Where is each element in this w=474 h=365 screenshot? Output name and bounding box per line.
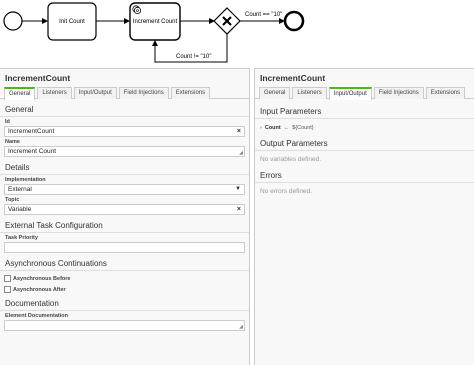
input-param-name: Count — [264, 125, 281, 131]
clear-icon[interactable]: × — [237, 127, 241, 136]
chevron-down-icon: ▼ — [235, 186, 241, 192]
group-general-title: General — [0, 105, 249, 117]
start-event[interactable] — [3, 11, 23, 31]
resize-grip-icon[interactable]: ◢ — [239, 325, 243, 330]
errors-empty-text: No errors defined. — [260, 188, 313, 195]
tab-field-injections[interactable]: Field Injections — [373, 87, 424, 99]
group-docs-title: Documentation — [0, 299, 249, 311]
arrow-left-icon: ← — [283, 125, 290, 131]
topic-field[interactable]: Variable × — [4, 204, 245, 215]
topic-label: Topic — [5, 197, 20, 203]
id-field[interactable]: IncrementCount × — [4, 126, 245, 137]
chevron-right-icon[interactable]: › — [260, 125, 262, 131]
task-priority-field[interactable] — [4, 242, 245, 253]
async-after-checkbox[interactable] — [4, 286, 11, 293]
task-increment-count-label: Increment Count — [133, 19, 178, 25]
errors-title: Errors — [255, 171, 474, 183]
tab-input-output[interactable]: Input/Output — [328, 87, 372, 100]
flow-yes-label: Count == "10" — [245, 12, 282, 18]
element-doc-label: Element Documentation — [5, 313, 68, 319]
group-details-title: Details — [0, 163, 249, 175]
bpmn-diagram[interactable]: Init Count Increment Count Count == "10"… — [0, 0, 474, 66]
async-before-checkbox[interactable] — [4, 275, 11, 282]
task-priority-label: Task Priority — [5, 235, 38, 241]
tab-bar: General Listeners Input/Output Field Inj… — [255, 87, 474, 100]
output-empty-text: No variables defined. — [260, 156, 322, 163]
tab-listeners[interactable]: Listeners — [37, 87, 72, 99]
end-event[interactable] — [283, 10, 305, 32]
tab-input-output[interactable]: Input/Output — [73, 87, 117, 99]
async-before-label: Asynchronous Before — [13, 275, 71, 282]
tab-general[interactable]: General — [4, 87, 36, 100]
topic-value: Variable — [8, 206, 32, 213]
group-async-title: Asynchronous Continuations — [0, 259, 249, 271]
properties-panel-right: IncrementCount General Listeners Input/O… — [254, 68, 474, 365]
panel-title: IncrementCount — [260, 73, 326, 83]
id-label: Id — [5, 119, 10, 125]
name-label: Name — [5, 139, 20, 145]
task-init-count-label: Init Count — [59, 19, 85, 25]
flow-no-label: Count != "10" — [176, 54, 211, 60]
async-after-label: Asynchronous After — [13, 286, 66, 293]
implementation-select[interactable]: External ▼ — [4, 184, 245, 195]
element-doc-field[interactable]: ◢ — [4, 320, 245, 331]
tab-listeners[interactable]: Listeners — [292, 87, 327, 99]
async-after-row[interactable]: Asynchronous After — [0, 286, 249, 293]
properties-panel-left: IncrementCount General Listeners Input/O… — [0, 68, 250, 365]
tab-extensions[interactable]: Extensions — [170, 87, 211, 99]
input-parameters-title: Input Parameters — [255, 107, 474, 119]
tab-field-injections[interactable]: Field Injections — [118, 87, 169, 99]
implementation-label: Implementation — [5, 177, 46, 183]
clear-icon[interactable]: × — [237, 205, 241, 214]
output-parameters-title: Output Parameters — [255, 139, 474, 151]
implementation-value: External — [8, 186, 32, 193]
group-external-title: External Task Configuration — [0, 221, 249, 233]
panel-title: IncrementCount — [5, 73, 71, 83]
id-value: IncrementCount — [8, 128, 55, 135]
name-value: Increment Count — [8, 148, 57, 155]
tab-general[interactable]: General — [259, 87, 291, 99]
name-field[interactable]: Increment Count ◢ — [4, 146, 245, 157]
resize-grip-icon[interactable]: ◢ — [239, 151, 243, 156]
input-param-row[interactable]: › Count ← ${Count} — [255, 125, 474, 131]
tab-bar: General Listeners Input/Output Field Inj… — [0, 87, 249, 100]
input-param-value: ${Count} — [292, 125, 314, 131]
tab-extensions[interactable]: Extensions — [425, 87, 466, 99]
async-before-row[interactable]: Asynchronous Before — [0, 275, 249, 282]
